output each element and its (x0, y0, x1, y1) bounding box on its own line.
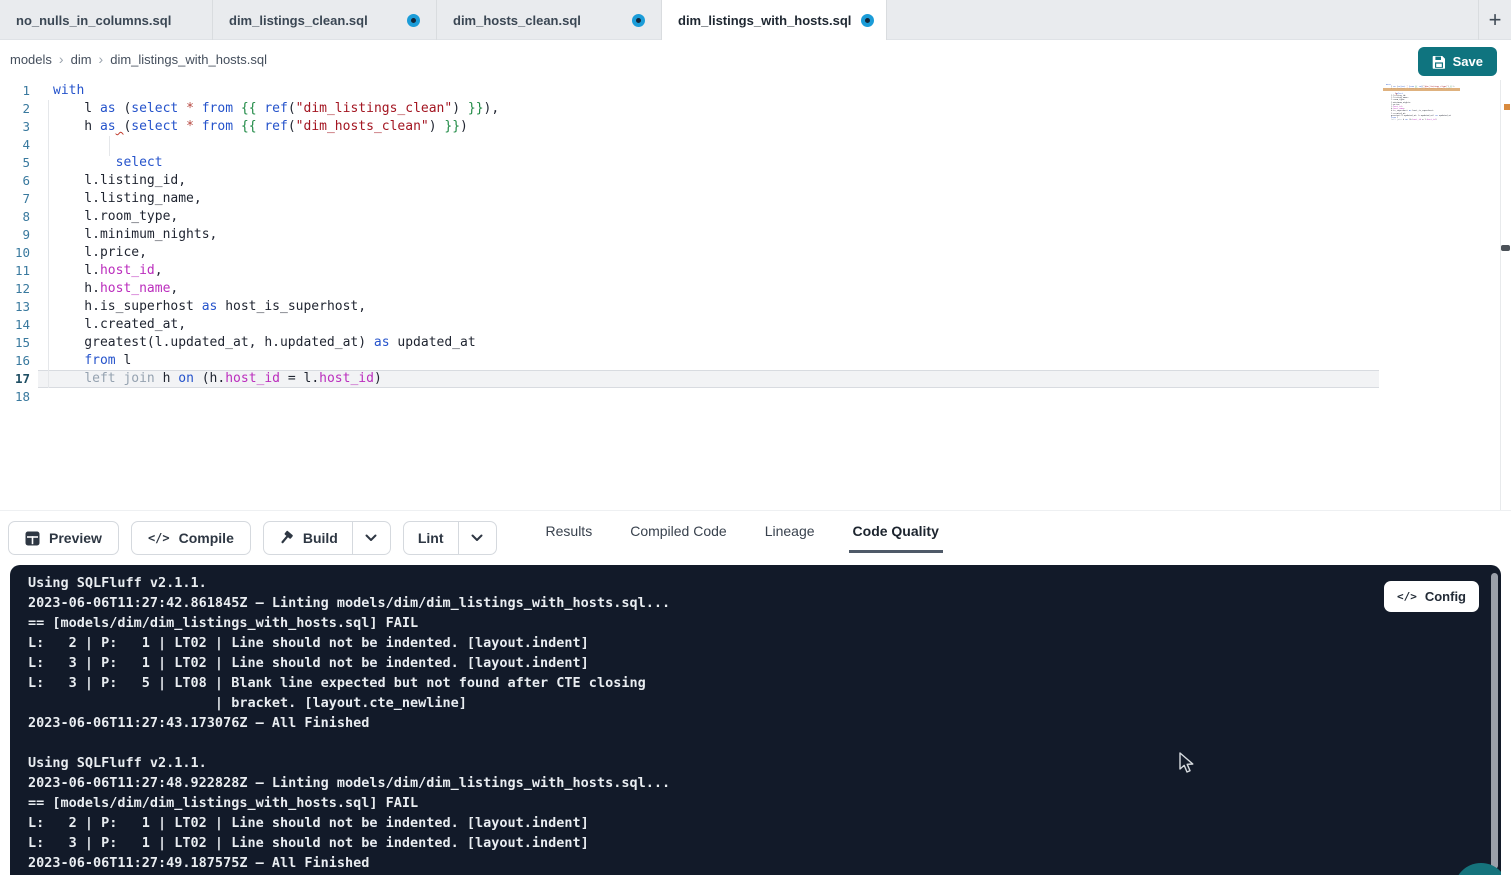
lint-split-button: Lint (403, 521, 497, 555)
build-label: Build (303, 530, 338, 546)
breadcrumb-item[interactable]: models (10, 52, 52, 67)
new-tab-button[interactable]: + (1485, 9, 1506, 31)
line-number: 13 (0, 298, 30, 316)
breadcrumb-separator: › (59, 51, 64, 67)
line-number: 14 (0, 316, 30, 334)
breadcrumb-bar: models › dim › dim_listings_with_hosts.sql S… (0, 40, 1511, 80)
tab-results[interactable]: Results (542, 511, 597, 553)
unsaved-changes-icon[interactable] (407, 14, 420, 27)
editor-tab-1[interactable]: no_nulls_in_columns.sql (0, 0, 213, 40)
code-line[interactable]: 5 select (0, 154, 1511, 172)
indent-guide (109, 136, 110, 156)
tab-label: dim_hosts_clean.sql (453, 13, 581, 28)
bottom-toolbar: Preview </> Compile Build (0, 510, 1511, 565)
tab-label: dim_listings_clean.sql (229, 13, 368, 28)
code-line[interactable]: 13 h.is_superhost as host_is_superhost, (0, 298, 1511, 316)
action-buttons: Preview </> Compile Build (8, 521, 497, 555)
config-label: Config (1425, 589, 1466, 604)
code-line[interactable]: 3 h as (select * from {{ ref("dim_hosts_… (0, 118, 1511, 136)
editor-tab-3[interactable]: dim_hosts_clean.sql (437, 0, 662, 40)
table-icon (25, 531, 40, 546)
build-button[interactable]: Build (264, 522, 352, 554)
line-number: 3 (0, 118, 30, 136)
editor-tab-2[interactable]: dim_listings_clean.sql (213, 0, 437, 40)
tab-code-quality[interactable]: Code Quality (849, 511, 943, 553)
line-number: 6 (0, 172, 30, 190)
lint-label: Lint (418, 530, 444, 546)
code-line[interactable]: 10 l.price, (0, 244, 1511, 262)
line-number: 10 (0, 244, 30, 262)
terminal-scrollbar[interactable] (1491, 573, 1498, 869)
line-number: 17 (0, 370, 30, 388)
line-number: 2 (0, 100, 30, 118)
breadcrumb: models › dim › dim_listings_with_hosts.sql (10, 51, 267, 69)
save-icon (1432, 55, 1446, 69)
code-editor[interactable]: 1with2 l as (select * from {{ ref("dim_l… (0, 80, 1511, 510)
indent-guide (48, 100, 49, 388)
code-line[interactable]: 9 l.minimum_nights, (0, 226, 1511, 244)
save-label: Save (1453, 54, 1483, 69)
code-lines: 1with2 l as (select * from {{ ref("dim_l… (0, 80, 1511, 406)
breadcrumb-item[interactable]: dim_listings_with_hosts.sql (110, 52, 267, 67)
save-button[interactable]: Save (1418, 47, 1497, 76)
tab-label: no_nulls_in_columns.sql (16, 13, 171, 28)
code-line[interactable]: 18 (0, 388, 1511, 406)
code-icon: </> (148, 531, 170, 545)
hammer-icon (278, 530, 294, 546)
code-line[interactable]: 16 from l (0, 352, 1511, 370)
tab-compiled-code[interactable]: Compiled Code (626, 511, 731, 553)
code-line[interactable]: 12 h.host_name, (0, 280, 1511, 298)
breadcrumb-item[interactable]: dim (71, 52, 92, 67)
line-number: 15 (0, 334, 30, 352)
line-number: 16 (0, 352, 30, 370)
build-dropdown-button[interactable] (352, 522, 390, 554)
line-number: 5 (0, 154, 30, 172)
code-line[interactable]: 1with (0, 82, 1511, 100)
code-line[interactable]: 7 l.listing_name, (0, 190, 1511, 208)
line-number: 11 (0, 262, 30, 280)
terminal-panel: Using SQLFluff v2.1.1. 2023-06-06T11:27:… (10, 565, 1501, 875)
tab-lineage[interactable]: Lineage (761, 511, 819, 553)
line-number: 1 (0, 82, 30, 100)
minimap-highlight-band (1383, 88, 1460, 91)
code-line[interactable]: 4 (0, 136, 1511, 154)
code-line[interactable]: 11 l.host_id, (0, 262, 1511, 280)
code-icon: </> (1397, 590, 1417, 603)
code-line[interactable]: 6 l.listing_id, (0, 172, 1511, 190)
chevron-down-icon (365, 534, 377, 542)
code-line[interactable]: 17 left join h on (h.host_id = l.host_id… (0, 370, 1511, 388)
editor-tabs: no_nulls_in_columns.sql dim_listings_clea… (0, 0, 887, 40)
line-number: 7 (0, 190, 30, 208)
tabbar-end: + (1478, 0, 1511, 40)
line-number: 4 (0, 136, 30, 154)
editor-tab-4[interactable]: dim_listings_with_hosts.sql (662, 0, 887, 40)
lint-button[interactable]: Lint (404, 522, 458, 554)
code-line[interactable]: 8 l.room_type, (0, 208, 1511, 226)
panel-tabs: Results Compiled Code Lineage Code Quali… (542, 511, 943, 553)
line-number: 12 (0, 280, 30, 298)
lint-dropdown-button[interactable] (458, 522, 496, 554)
code-line[interactable]: 15 greatest(l.updated_at, h.updated_at) … (0, 334, 1511, 352)
line-number: 8 (0, 208, 30, 226)
editor-tab-bar: no_nulls_in_columns.sql dim_listings_clea… (0, 0, 1511, 40)
unsaved-changes-icon[interactable] (632, 14, 645, 27)
preview-label: Preview (49, 530, 102, 546)
breadcrumb-separator: › (99, 51, 104, 67)
preview-button[interactable]: Preview (8, 521, 119, 555)
config-button[interactable]: </> Config (1384, 581, 1479, 612)
unsaved-changes-icon[interactable] (861, 14, 874, 27)
dbt-ide-app: no_nulls_in_columns.sql dim_listings_clea… (0, 0, 1511, 875)
line-number: 9 (0, 226, 30, 244)
chevron-down-icon (471, 534, 483, 542)
code-line[interactable]: 2 l as (select * from {{ ref("dim_listin… (0, 100, 1511, 118)
tab-label: dim_listings_with_hosts.sql (678, 13, 851, 28)
terminal-output: Using SQLFluff v2.1.1. 2023-06-06T11:27:… (28, 573, 670, 873)
compile-button[interactable]: </> Compile (131, 521, 251, 555)
code-line[interactable]: 14 l.created_at, (0, 316, 1511, 334)
compile-label: Compile (179, 530, 234, 546)
line-number: 18 (0, 388, 30, 406)
build-split-button: Build (263, 521, 391, 555)
